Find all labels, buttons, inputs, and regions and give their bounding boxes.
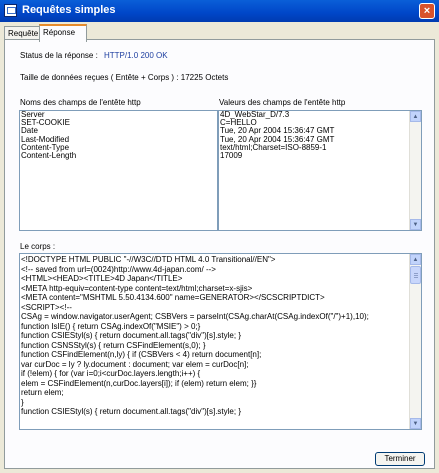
scroll-thumb[interactable] [410, 266, 421, 284]
list-item[interactable]: SET-COOKIE [20, 118, 217, 127]
header-names-list[interactable]: Server SET-COOKIE Date Last-Modified Con… [19, 110, 218, 231]
code-line: <!-- saved from url=(0024)http://www.4d-… [21, 264, 216, 274]
code-line: <HTML><HEAD><TITLE>4D Japan</TITLE> [21, 274, 183, 283]
status-value: HTTP/1.0 200 OK [104, 51, 168, 60]
code-line: function CSIEStyl(s) { return document.a… [21, 331, 241, 340]
scroll-down-arrow-icon[interactable]: ▼ [410, 418, 421, 429]
code-line: function CSIEStyl(s) { return document.a… [21, 407, 241, 416]
title-bar[interactable]: Requêtes simples × [0, 0, 439, 22]
close-button[interactable]: × [419, 3, 435, 19]
code-line: function CSNSStyl(s) { return CSFindElem… [21, 340, 206, 350]
scroll-down-arrow-icon[interactable]: ▼ [410, 219, 421, 230]
tab-requete[interactable]: Requête [4, 26, 44, 40]
body-label: Le corps : [20, 242, 56, 251]
header-names-label: Noms des champs de l'entête http [20, 98, 141, 107]
app-icon [4, 4, 17, 17]
scroll-up-arrow-icon[interactable]: ▲ [410, 111, 421, 122]
code-line: <SCRIPT><!-- [21, 302, 72, 312]
size-text: Taille de données reçues ( Entête + Corp… [20, 73, 229, 82]
header-values-label: Valeurs des champs de l'entête http [219, 98, 346, 107]
code-line: function CSFindElement(n,ly) { if (CSBVe… [21, 350, 262, 359]
code-line: if (!elem) { for (var i=0;i<curDoc.layer… [21, 369, 201, 378]
list-item[interactable]: 17009 [219, 151, 421, 160]
code-line: } [21, 397, 24, 407]
code-line: elem = CSFindElement(n,curDoc.layers[i])… [21, 378, 257, 388]
list-item[interactable]: text/html;Charset=ISO-8859-1 [219, 143, 421, 152]
list-item[interactable]: Content-Length [20, 151, 217, 160]
response-panel: Status de la réponse : HTTP/1.0 200 OK T… [4, 39, 435, 469]
status-label: Status de la réponse : [20, 51, 98, 60]
code-line: return elem; [21, 388, 64, 397]
header-values-list[interactable]: 4D_WebStar_D/7.3 C=HELLO Tue, 20 Apr 200… [218, 110, 422, 231]
body-scrollbar[interactable]: ▲ ▼ [409, 254, 421, 429]
scroll-up-arrow-icon[interactable]: ▲ [410, 254, 421, 265]
tab-reponse[interactable]: Réponse [39, 24, 87, 42]
terminer-button[interactable]: Terminer [375, 452, 425, 466]
header-values-scrollbar[interactable]: ▲ ▼ [409, 111, 421, 230]
body-textarea[interactable]: <!DOCTYPE HTML PUBLIC "-//W3C//DTD HTML … [19, 253, 422, 430]
code-line: <META http-equiv=content-type content=te… [21, 283, 253, 293]
code-line: <!DOCTYPE HTML PUBLIC "-//W3C//DTD HTML … [21, 255, 276, 264]
window-title: Requêtes simples [22, 4, 116, 16]
code-line: <META content="MSHTML 5.50.4134.600" nam… [21, 293, 325, 302]
code-line: function IsIE() { return CSAg.indexOf("M… [21, 321, 201, 331]
code-line: CSAg = window.navigator.userAgent; CSBVe… [21, 312, 369, 321]
code-line: var curDoc = ly ? ly.document : document… [21, 359, 249, 369]
